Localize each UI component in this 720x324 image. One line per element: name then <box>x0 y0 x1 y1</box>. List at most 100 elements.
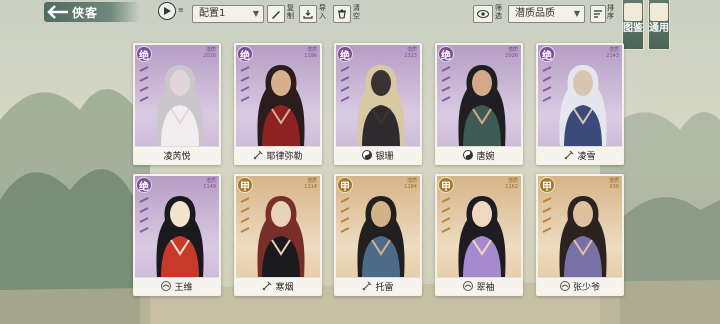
hero-name: 寒烟 <box>275 282 294 293</box>
potential-value: 2323 <box>404 53 417 59</box>
hero-name-bar: 王维 <box>135 277 219 294</box>
config-count-badge: ≡ <box>178 6 184 14</box>
potential-value: 1149 <box>203 184 216 190</box>
page-title: 侠客 <box>72 5 99 20</box>
potential-stat: 潜质 1114 <box>304 178 317 190</box>
rank-badge: 绝 <box>337 46 353 62</box>
hero-card[interactable]: 甲 潜质 936 张少爷 <box>536 174 624 296</box>
tab-codex-label: 图鉴 <box>623 23 643 34</box>
hero-card[interactable]: 绝 潜质 1149 王维 <box>133 174 221 296</box>
hero-portrait <box>257 196 305 278</box>
hero-name: 唐婉 <box>476 151 495 162</box>
potential-stat: 潜质 1162 <box>505 178 518 190</box>
hero-card[interactable]: 绝 潜质 2026 唐婉 <box>435 43 523 165</box>
hero-portrait <box>458 196 506 278</box>
hero-card[interactable]: 甲 潜质 1184 托雷 <box>334 174 422 296</box>
rank-badge: 甲 <box>337 177 353 193</box>
potential-stat: 潜质 1184 <box>404 178 417 190</box>
potential-stat: 潜质 1196 <box>304 47 317 59</box>
rank-badge: 绝 <box>438 46 454 62</box>
potential-value: 2143 <box>606 53 619 59</box>
hero-portrait <box>559 65 607 147</box>
chevron-down-icon: ▼ <box>573 9 580 18</box>
config-select-value: 配置1 <box>199 8 226 19</box>
hero-name-bar: 托雷 <box>336 277 420 294</box>
cloud-icon <box>559 281 570 291</box>
hero-portrait <box>257 65 305 147</box>
chevron-down-icon: ▼ <box>252 9 259 18</box>
potential-stat: 潜质 2026 <box>203 47 216 59</box>
hero-name-bar: 翠袖 <box>437 277 521 294</box>
hero-portrait <box>357 65 405 147</box>
filter-button[interactable] <box>473 5 493 23</box>
sort-label: 排序 <box>607 4 614 20</box>
potential-value: 1196 <box>304 53 317 59</box>
cloud-icon <box>463 281 474 291</box>
clear-button[interactable] <box>333 5 351 23</box>
quality-select[interactable]: 潜质品质 ▼ <box>508 5 585 23</box>
rank-badge: 甲 <box>438 177 454 193</box>
copy-button[interactable] <box>267 5 285 23</box>
hero-portrait <box>156 65 204 147</box>
sort-button[interactable] <box>590 5 606 23</box>
potential-stat: 潜质 2026 <box>505 47 518 59</box>
rank-stripes <box>240 66 250 102</box>
brush-icon <box>272 11 280 19</box>
hero-name-bar: 张少爷 <box>538 277 622 294</box>
rank-stripes <box>139 197 149 233</box>
sword-icon <box>263 281 272 291</box>
rank-badge: 绝 <box>136 46 152 62</box>
download-icon <box>303 10 313 19</box>
play-icon[interactable] <box>158 2 176 20</box>
hero-name: 耶律弥勒 <box>266 151 303 162</box>
hero-card[interactable]: 绝 潜质 2323 银珊 <box>334 43 422 165</box>
hero-name: 翠袖 <box>476 282 495 293</box>
hero-name: 王维 <box>174 282 193 293</box>
potential-value: 2026 <box>505 53 518 59</box>
tab-codex[interactable]: 图鉴 <box>622 0 644 50</box>
potential-stat: 潜质 2143 <box>606 47 619 59</box>
hero-name-bar: 凌芮悦 <box>135 146 219 163</box>
sword-icon <box>363 281 372 291</box>
hero-portrait <box>156 196 204 278</box>
quality-select-value: 潜质品质 <box>515 8 555 19</box>
trash-icon <box>338 9 346 19</box>
hero-card[interactable]: 甲 潜质 1162 翠袖 <box>435 174 523 296</box>
potential-value: 2026 <box>203 53 216 59</box>
rank-stripes <box>340 197 350 233</box>
back-button[interactable]: 侠客 <box>44 2 140 22</box>
cloud-icon <box>161 281 172 291</box>
import-label: 导入 <box>319 4 326 20</box>
rank-badge: 绝 <box>136 177 152 193</box>
potential-value: 936 <box>609 184 619 190</box>
hero-card[interactable]: 绝 潜质 1196 耶律弥勒 <box>234 43 322 165</box>
rank-stripes <box>441 197 451 233</box>
hero-portrait <box>559 196 607 278</box>
yin-yang-icon <box>362 150 373 160</box>
potential-stat: 潜质 936 <box>609 178 619 190</box>
potential-value: 1114 <box>304 184 317 190</box>
sword-icon <box>565 150 574 160</box>
hero-name: 凌雪 <box>577 151 596 162</box>
tab-general[interactable]: 通用 <box>648 0 670 50</box>
import-button[interactable] <box>299 5 317 23</box>
potential-stat: 潜质 1149 <box>203 178 216 190</box>
hero-card[interactable]: 甲 潜质 1114 寒烟 <box>234 174 322 296</box>
hero-name: 托雷 <box>375 282 394 293</box>
rank-stripes <box>542 197 552 233</box>
rank-badge: 绝 <box>237 46 253 62</box>
hero-name-bar: 凌雪 <box>538 146 622 163</box>
rank-stripes <box>139 66 149 102</box>
sort-icon <box>594 10 602 18</box>
hero-name: 银珊 <box>375 151 394 162</box>
hero-name-bar: 银珊 <box>336 146 420 163</box>
hero-card[interactable]: 绝 潜质 2026 凌芮悦 <box>133 43 221 165</box>
clear-label: 清空 <box>353 4 360 20</box>
hero-portrait <box>357 196 405 278</box>
rank-stripes <box>542 66 552 102</box>
hero-card[interactable]: 绝 潜质 2143 凌雪 <box>536 43 624 165</box>
config-select[interactable]: 配置1 ▼ <box>192 5 264 23</box>
tab-general-label: 通用 <box>649 23 669 34</box>
yin-yang-icon <box>463 150 474 160</box>
hero-name-bar: 耶律弥勒 <box>236 146 320 163</box>
